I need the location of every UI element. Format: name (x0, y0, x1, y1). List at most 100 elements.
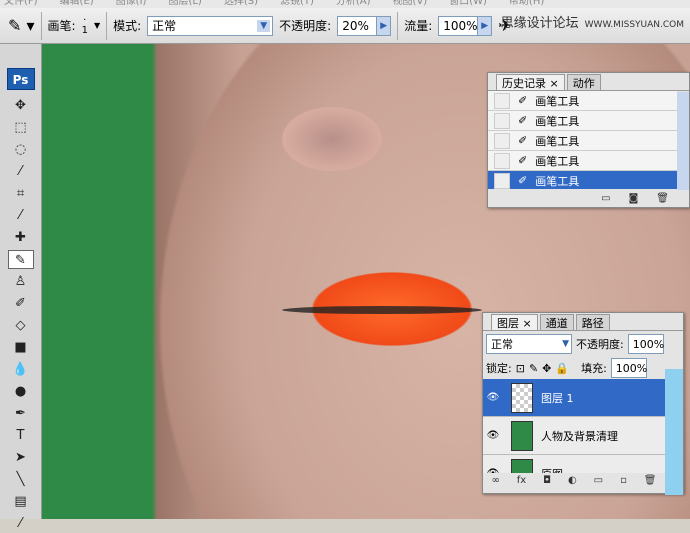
type-tool-icon[interactable]: T (8, 426, 34, 445)
brush-dropdown-icon[interactable]: ▼ (94, 21, 100, 30)
eye-icon[interactable]: 👁 (483, 430, 503, 441)
move-tool-icon[interactable]: ✥ (8, 96, 34, 115)
pen-tool-icon[interactable]: ✒ (8, 404, 34, 423)
divider (106, 11, 108, 40)
menu-analysis[interactable]: 分析(A) (336, 0, 371, 8)
snapshot-icon[interactable]: ◙ (629, 193, 639, 204)
healing-brush-icon[interactable]: ✚ (8, 228, 34, 247)
menu-file[interactable]: 文件(F) (4, 0, 38, 8)
lips-shadow (282, 306, 482, 314)
history-item[interactable]: ✐ 画笔工具 (488, 111, 677, 131)
new-layer-icon[interactable]: ▫ (620, 475, 627, 486)
layer-opacity-input[interactable]: 100% (627, 334, 664, 354)
layer-row[interactable]: 👁 图层 1 (483, 379, 665, 417)
trash-icon[interactable]: 🗑 (644, 475, 657, 486)
dodge-tool-icon[interactable]: ● (8, 382, 34, 401)
menu-filter[interactable]: 滤镜(T) (280, 0, 314, 8)
chevron-down-icon: ▼ (257, 19, 271, 32)
fx-icon[interactable]: fx (517, 475, 526, 486)
menu-view[interactable]: 视图(V) (393, 0, 428, 8)
magic-wand-icon[interactable]: ⁄ (8, 162, 34, 181)
gradient-tool-icon[interactable]: ■ (8, 338, 34, 357)
eraser-tool-icon[interactable]: ◇ (8, 316, 34, 335)
history-item[interactable]: ✐ 画笔工具 (488, 91, 677, 111)
trash-icon[interactable]: 🗑 (656, 193, 669, 204)
eyedropper-icon[interactable]: ⁄ (8, 514, 34, 533)
history-panel: 历史记录 × 动作 ✐ 画笔工具 ✐ 画笔工具 ✐ 画笔工具 ✐ 画笔工具 ✐ 画笔工具 … (487, 72, 690, 208)
brush-label: 画笔: (47, 19, 76, 33)
menu-layer[interactable]: 图层(L) (168, 0, 201, 8)
history-item[interactable]: ✐ 画笔工具 (488, 131, 677, 151)
history-item-label: 画笔工具 (535, 174, 580, 188)
layer-row[interactable]: 👁 人物及背景清理 (483, 417, 665, 455)
history-brush-icon[interactable]: ✐ (8, 294, 34, 313)
chevron-down-icon: ▼ (562, 339, 569, 349)
mask-icon[interactable]: ◘ (543, 475, 551, 486)
flow-slider-button[interactable]: ▶ (478, 15, 493, 36)
lock-pixels-icon[interactable]: ✎ (529, 362, 538, 375)
layer-thumbnail (511, 382, 533, 413)
watermark-url: WWW.MISSYUAN.COM (584, 20, 684, 30)
path-select-icon[interactable]: ➤ (8, 448, 34, 467)
history-item-label: 画笔工具 (535, 134, 580, 148)
eye-icon[interactable]: 👁 (483, 392, 503, 403)
mode-label: 模式: (113, 19, 142, 33)
menu-window[interactable]: 窗口(W) (449, 0, 487, 8)
link-layers-icon[interactable]: ∞ (491, 475, 499, 486)
mode-select[interactable]: 正常 ▼ (147, 15, 274, 36)
watermark-text: 思缘设计论坛 (500, 16, 579, 31)
marquee-tool-icon[interactable]: ⬚ (8, 118, 34, 137)
lock-transparency-icon[interactable]: ⊡ (516, 362, 525, 375)
layers-scrollbar[interactable] (665, 369, 683, 495)
menu-select[interactable]: 选择(S) (224, 0, 258, 8)
history-item-label: 画笔工具 (535, 114, 580, 128)
brush-size: 1 (81, 24, 88, 36)
layer-thumbnail (511, 420, 533, 451)
fill-input[interactable]: 100% (610, 358, 647, 378)
mode-value: 正常 (152, 19, 177, 33)
brush-preset-icon[interactable]: ✎ ▾ (8, 16, 35, 35)
menu-help[interactable]: 帮助(H) (509, 0, 544, 8)
history-item-label: 画笔工具 (535, 94, 580, 108)
opacity-input[interactable]: 20% (337, 15, 378, 36)
lasso-tool-icon[interactable]: ◌ (8, 140, 34, 159)
layer-name: 图层 1 (541, 391, 574, 405)
tab-label: 历史记录 (502, 77, 546, 90)
blend-mode-select[interactable]: 正常 ▼ (486, 334, 572, 354)
history-item-label: 画笔工具 (535, 154, 580, 168)
blur-tool-icon[interactable]: 💧 (8, 360, 34, 379)
brush-tool-icon[interactable]: ✎ (7, 250, 34, 269)
layers-tabs: 图层 × 通道 路径 (483, 313, 683, 331)
divider (397, 11, 399, 40)
lock-position-icon[interactable]: ✥ (542, 362, 551, 375)
brush-size-picker[interactable]: · 1 (81, 15, 88, 36)
notes-tool-icon[interactable]: ▤ (8, 492, 34, 511)
history-scrollbar[interactable] (677, 92, 689, 190)
flow-label: 流量: (404, 19, 433, 33)
opacity-label: 不透明度: (279, 19, 332, 33)
line-tool-icon[interactable]: ╲ (8, 470, 34, 489)
crop-tool-icon[interactable]: ⌗ (8, 184, 34, 203)
menu-image[interactable]: 图像(I) (116, 0, 147, 8)
opacity-slider-button[interactable]: ▶ (377, 15, 392, 36)
layer-name: 人物及背景清理 (541, 429, 618, 443)
flow-input[interactable]: 100% (438, 15, 479, 36)
group-folder-icon[interactable]: ▭ (594, 475, 603, 486)
tab-actions[interactable]: 动作 (566, 74, 601, 90)
clone-stamp-icon[interactable]: ♙ (8, 272, 34, 291)
options-bar: ✎ ▾ 画笔: · 1 ▼ 模式: 正常 ▼ 不透明度: 20% ▶ 流量: 100%… (0, 8, 690, 44)
tab-layers[interactable]: 图层 × (491, 314, 538, 330)
history-item-selected[interactable]: ✐ 画笔工具 (488, 171, 677, 189)
tab-channels[interactable]: 通道 (539, 314, 574, 330)
tab-history[interactable]: 历史记录 × (496, 74, 565, 90)
eyedropper-tool-icon[interactable]: ⁄ (8, 206, 34, 225)
menu-edit[interactable]: 编辑(E) (60, 0, 94, 8)
new-document-icon[interactable]: ▭ (601, 193, 610, 204)
tab-paths[interactable]: 路径 (575, 314, 610, 330)
adjustment-layer-icon[interactable]: ◐ (568, 475, 577, 486)
lock-all-icon[interactable]: 🔒 (555, 362, 569, 375)
history-item[interactable]: ✐ 画笔工具 (488, 151, 677, 171)
fill-label: 填充: (581, 362, 607, 375)
eye-icon[interactable]: 👁 (483, 468, 503, 473)
layers-panel: 图层 × 通道 路径 正常 ▼ 不透明度: 100% 锁定: ⊡ ✎ ✥ 🔒 填充… (482, 312, 684, 495)
